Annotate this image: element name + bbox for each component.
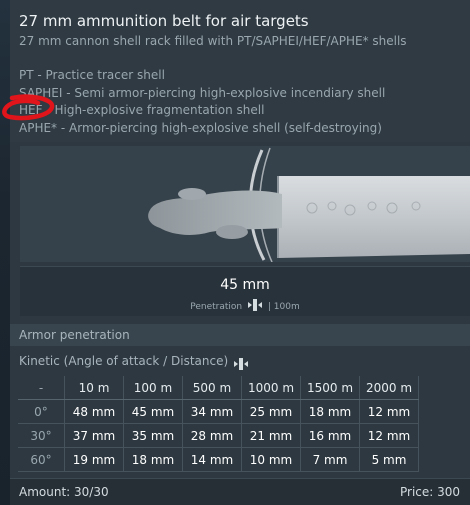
column-header: 10 m — [64, 376, 124, 400]
table-cell: 19 mm — [64, 447, 124, 472]
table-cell: 21 mm — [241, 423, 301, 448]
angle-cell: 30° — [18, 423, 65, 448]
table-cell: 14 mm — [182, 447, 242, 472]
table-cell: 34 mm — [182, 399, 242, 424]
shell-preview-image — [20, 146, 470, 262]
ammo-tooltip-panel: 27 mm ammunition belt for air targets 27… — [2, 0, 470, 505]
penetration-summary: 45 mm Penetration | 100m — [20, 266, 470, 316]
penetration-caption-distance: | 100m — [267, 302, 300, 312]
table-cell: 18 mm — [300, 399, 360, 424]
ammo-price: Price: 300 — [400, 485, 461, 499]
tooltip-header: 27 mm ammunition belt for air targets 27… — [10, 0, 470, 142]
column-header: 2000 m — [359, 376, 419, 400]
table-row: 30° 37 mm 35 mm 28 mm 21 mm 16 mm 12 mm — [18, 423, 419, 448]
table-row: 60° 19 mm 18 mm 14 mm 10 mm 7 mm 5 mm — [18, 447, 419, 472]
ammo-title: 27 mm ammunition belt for air targets — [19, 12, 309, 30]
ammo-subtitle: 27 mm cannon shell rack filled with PT/S… — [19, 34, 407, 48]
table-cell: 45 mm — [123, 399, 183, 424]
angle-cell: 0° — [18, 399, 65, 424]
legend-item-aphe: APHE* - Armor-piercing high-explosive sh… — [19, 120, 382, 135]
legend-item-hef: HEF - High-explosive fragmentation shell — [19, 103, 265, 117]
armor-penetration-header: Armor penetration — [10, 324, 470, 346]
table-cell: 10 mm — [241, 447, 301, 472]
table-cell: 5 mm — [359, 447, 419, 472]
table-header-row: - 10 m 100 m 500 m 1000 m 1500 m 2000 m — [18, 376, 419, 400]
penetration-arrows-icon — [248, 299, 263, 314]
table-row: 0° 48 mm 45 mm 34 mm 25 mm 18 mm 12 mm — [18, 399, 419, 424]
penetration-table: - 10 m 100 m 500 m 1000 m 1500 m 2000 m … — [18, 376, 419, 472]
table-cell: 7 mm — [300, 447, 360, 472]
column-header: 1000 m — [241, 376, 301, 400]
penetration-value: 45 mm — [220, 277, 270, 293]
table-cell: 28 mm — [182, 423, 242, 448]
angle-cell: 60° — [18, 447, 65, 472]
armor-penetration-label: Armor penetration — [19, 328, 130, 342]
table-cell: 25 mm — [241, 399, 301, 424]
shell-render — [20, 146, 470, 262]
penetration-caption-label: Penetration — [190, 302, 243, 312]
column-header: 100 m — [123, 376, 183, 400]
kinetic-header: Kinetic (Angle of attack / Distance) — [10, 350, 470, 372]
table-cell: 12 mm — [359, 399, 419, 424]
penetration-caption: Penetration | 100m — [20, 299, 470, 314]
table-corner: - — [18, 376, 65, 400]
table-cell: 48 mm — [64, 399, 124, 424]
background-strip — [0, 0, 10, 505]
column-header: 1500 m — [300, 376, 360, 400]
legend-item-pt: PT - Practice tracer shell — [19, 68, 165, 82]
table-cell: 35 mm — [123, 423, 183, 448]
ammo-amount: Amount: 30/30 — [19, 485, 109, 499]
table-cell: 18 mm — [123, 447, 183, 472]
kinetic-label: Kinetic (Angle of attack / Distance) — [19, 354, 229, 368]
table-cell: 37 mm — [64, 423, 124, 448]
table-cell: 16 mm — [300, 423, 360, 448]
table-cell: 12 mm — [359, 423, 419, 448]
tooltip-footer: Amount: 30/30 Price: 300 — [10, 478, 470, 505]
column-header: 500 m — [182, 376, 242, 400]
shell-legend: PT - Practice tracer shell SAPHEI - Semi… — [19, 67, 385, 137]
penetration-arrows-icon — [234, 355, 248, 374]
legend-item-saphei: SAPHEI - Semi armor-piercing high-explos… — [19, 85, 386, 100]
